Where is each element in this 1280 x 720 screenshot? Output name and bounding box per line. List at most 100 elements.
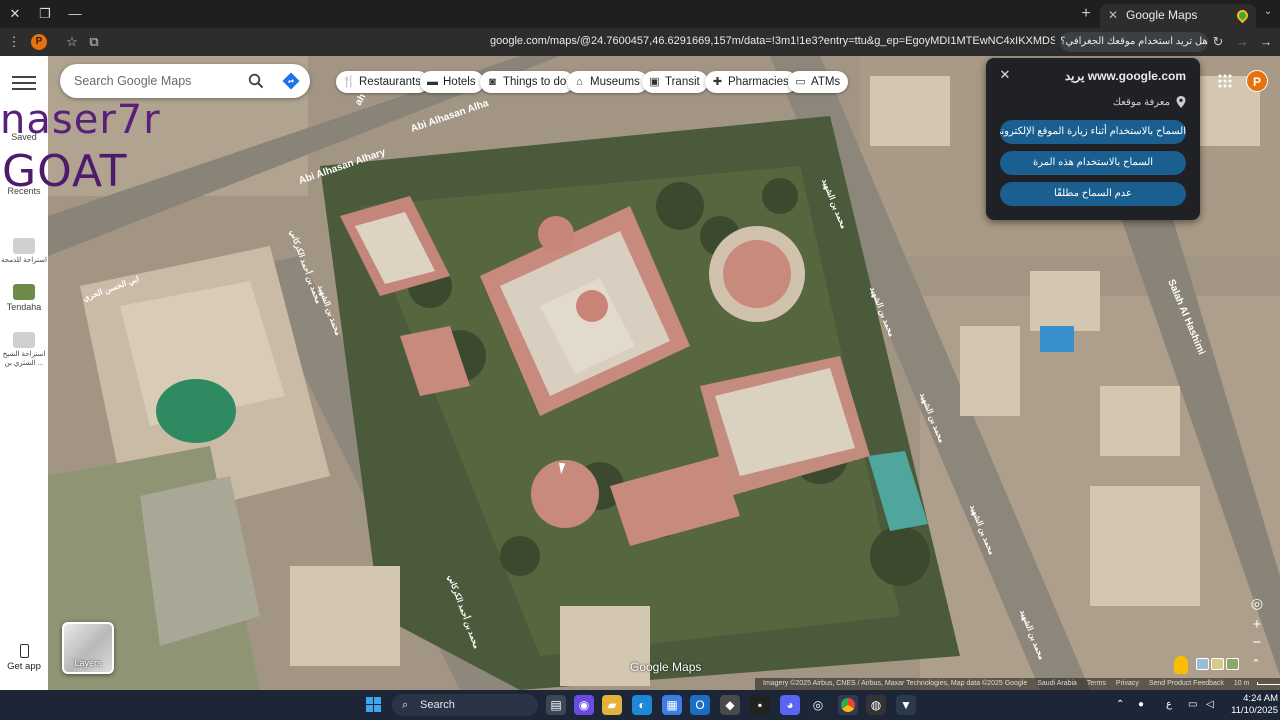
chrome-icon[interactable] bbox=[838, 695, 858, 715]
google-apps-icon[interactable] bbox=[1218, 74, 1232, 88]
place-thumbnail bbox=[13, 332, 35, 348]
chip-hotels[interactable]: ▬ Hotels bbox=[420, 71, 484, 93]
privacy-link[interactable]: Privacy bbox=[1116, 680, 1139, 687]
screen: ✕ ❐ — + ✕ Google Maps ⌄ ⋮ P ☆ ⧉ google.co… bbox=[0, 0, 1280, 720]
imagery-attribution: Imagery ©2025 Airbus, CNES / Airbus, Max… bbox=[763, 680, 1028, 687]
app-icon[interactable]: ◍ bbox=[866, 695, 886, 715]
show-hidden-icons-icon[interactable]: ⌃ bbox=[1116, 690, 1124, 720]
chip-things-to-do[interactable]: ◙ Things to do bbox=[480, 71, 575, 93]
browser-menu-icon[interactable]: ⋮ bbox=[4, 32, 24, 52]
microphone-icon[interactable]: ● bbox=[1138, 690, 1144, 720]
layers-button[interactable]: Layers bbox=[62, 622, 114, 674]
recent-place-item[interactable]: Tendaha bbox=[0, 284, 48, 312]
clock-time: 4:24 AM bbox=[1243, 693, 1278, 704]
close-icon[interactable]: ✕ bbox=[998, 68, 1012, 82]
chip-label: Museums bbox=[590, 76, 640, 88]
chip-label: Hotels bbox=[443, 76, 476, 88]
tab-google-maps[interactable]: ✕ Google Maps bbox=[1100, 4, 1256, 28]
expand-up-icon[interactable]: ⌃ bbox=[1249, 657, 1263, 671]
task-view-icon[interactable]: ▤ bbox=[546, 695, 566, 715]
permission-subtitle: معرفة موقعك bbox=[1112, 97, 1170, 108]
app-icon[interactable]: ◆ bbox=[720, 695, 740, 715]
store-icon[interactable]: ▦ bbox=[662, 695, 682, 715]
never-allow-button[interactable]: عدم السماح مطلقًا bbox=[1000, 182, 1186, 206]
zoom-out-button[interactable]: − bbox=[1247, 633, 1267, 653]
bookmark-star-icon[interactable]: ☆ bbox=[62, 32, 82, 52]
directions-icon[interactable] bbox=[282, 72, 300, 90]
allow-this-time-button[interactable]: السماح بالاستخدام هذه المرة bbox=[1000, 151, 1186, 175]
terms-link[interactable]: Terms bbox=[1087, 680, 1106, 687]
search-icon[interactable] bbox=[248, 73, 264, 89]
close-window-icon[interactable]: ✕ bbox=[4, 4, 26, 24]
location-permission-chip[interactable]: هل تريد استخدام موقعك الجغرافي؟ bbox=[1060, 32, 1208, 52]
layers-label: Layers bbox=[74, 658, 102, 668]
tab-search-chevron-icon[interactable]: ⌄ bbox=[1260, 6, 1276, 22]
menu-icon[interactable] bbox=[12, 72, 36, 92]
get-app-button[interactable]: Get app bbox=[0, 644, 48, 672]
chip-label: ATMs bbox=[811, 76, 841, 88]
recent-place-item[interactable]: استراحة للدمجة bbox=[0, 238, 48, 264]
street-view-pegman-icon[interactable] bbox=[1174, 656, 1188, 674]
forward-icon[interactable]: → bbox=[1232, 32, 1252, 52]
scale-bar bbox=[1257, 681, 1280, 685]
fork-knife-icon: 🍴 bbox=[342, 76, 356, 88]
language-indicator[interactable]: ع bbox=[1166, 690, 1172, 720]
address-bar[interactable]: google.com/maps/@24.7600457,46.6291669,1… bbox=[490, 35, 1055, 47]
reload-icon[interactable]: ↻ bbox=[1208, 32, 1228, 52]
chip-restaurants[interactable]: 🍴 Restaurants bbox=[336, 71, 430, 93]
recent-place-label: استراحة الشيخ الشثري بن ... bbox=[2, 351, 46, 367]
browser-profile-icon[interactable]: P bbox=[31, 34, 47, 50]
outlook-icon[interactable]: O bbox=[690, 695, 710, 715]
volume-icon[interactable]: ◁ bbox=[1206, 690, 1214, 720]
chip-atms[interactable]: ▭ ATMs bbox=[788, 71, 849, 93]
chip-museums[interactable]: ⌂ Museums bbox=[567, 71, 648, 93]
taskbar-clock[interactable]: 4:24 AM 11/10/2025 bbox=[1222, 693, 1278, 717]
back-icon[interactable]: → bbox=[1256, 32, 1276, 52]
close-tab-icon[interactable]: ✕ bbox=[1108, 4, 1122, 26]
watermark-text: naser7r bbox=[0, 97, 161, 143]
app-icon[interactable]: ▪ bbox=[750, 695, 770, 715]
atm-icon: ▭ bbox=[795, 76, 806, 88]
browser-title-bar: ✕ ❐ — + ✕ Google Maps ⌄ bbox=[0, 0, 1280, 28]
get-app-label: Get app bbox=[7, 661, 41, 672]
terrain-toggle-icon[interactable] bbox=[1211, 658, 1224, 670]
clock-date: 11/10/2025 bbox=[1231, 705, 1278, 716]
chip-label: Transit bbox=[665, 76, 700, 88]
my-location-icon[interactable]: ◎ bbox=[1247, 593, 1267, 613]
allow-while-visiting-button[interactable]: السماح بالاستخدام أثناء زيارة الموقع الإ… bbox=[1000, 120, 1186, 144]
search-box bbox=[60, 64, 310, 98]
minimize-window-icon[interactable]: — bbox=[64, 4, 86, 24]
browser-toolbar: ⋮ P ☆ ⧉ google.com/maps/@24.7600457,46.6… bbox=[0, 28, 1280, 56]
share-page-icon[interactable]: ⧉ bbox=[84, 32, 104, 52]
steam-icon[interactable]: ◎ bbox=[808, 695, 828, 715]
camera-icon: ◙ bbox=[489, 76, 496, 88]
account-avatar[interactable]: P bbox=[1246, 70, 1268, 92]
map-type-toggle-icon[interactable] bbox=[1226, 658, 1239, 670]
windows-start-icon[interactable] bbox=[366, 697, 382, 713]
network-icon[interactable]: ▭ bbox=[1188, 690, 1197, 720]
google-maps-logo: Google Maps bbox=[630, 660, 702, 674]
bed-icon: ▬ bbox=[427, 76, 438, 88]
attribution-bar: Imagery ©2025 Airbus, CNES / Airbus, Max… bbox=[755, 678, 1280, 690]
discord-icon[interactable]: ◕ bbox=[780, 695, 800, 715]
app-icon[interactable]: ▼ bbox=[896, 695, 916, 715]
copilot-icon[interactable]: ◉ bbox=[574, 695, 594, 715]
edge-icon[interactable]: ◐ bbox=[632, 695, 652, 715]
file-explorer-icon[interactable]: ▰ bbox=[602, 695, 622, 715]
feedback-link[interactable]: Send Product Feedback bbox=[1149, 680, 1224, 687]
zoom-in-button[interactable]: + bbox=[1247, 615, 1267, 635]
search-icon: ⌕ bbox=[402, 699, 409, 711]
chip-pharmacies[interactable]: ✚ Pharmacies bbox=[705, 71, 797, 93]
taskbar-search[interactable]: ⌕ Search bbox=[392, 694, 538, 716]
chip-transit[interactable]: ▣ Transit bbox=[642, 71, 708, 93]
recent-place-item[interactable]: استراحة الشيخ الشثري بن ... bbox=[0, 332, 48, 368]
phone-icon bbox=[19, 644, 29, 658]
chip-label: Pharmacies bbox=[728, 76, 789, 88]
pharmacy-icon: ✚ bbox=[712, 76, 723, 88]
restore-window-icon[interactable]: ❐ bbox=[34, 4, 56, 24]
imagery-toggle-icon[interactable] bbox=[1196, 658, 1209, 670]
new-tab-button[interactable]: + bbox=[1076, 5, 1096, 23]
search-input[interactable] bbox=[74, 72, 244, 90]
scale-label[interactable]: 10 m bbox=[1234, 680, 1250, 687]
taskbar-search-label: Search bbox=[420, 699, 455, 711]
